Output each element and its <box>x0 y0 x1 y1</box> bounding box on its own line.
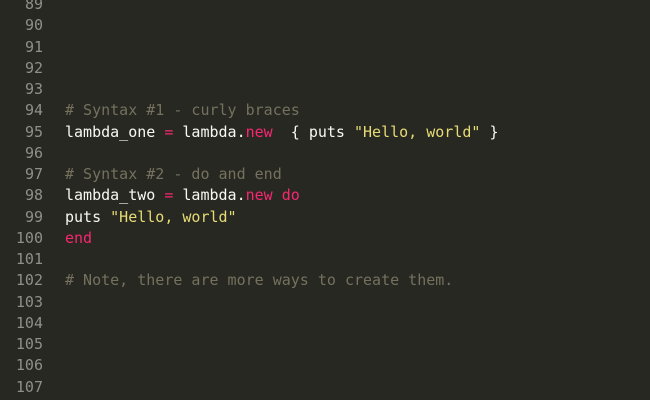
code-token-plain: lambda. <box>173 186 246 205</box>
code-line[interactable]: 107 <box>0 377 650 398</box>
code-line[interactable]: 104 <box>0 313 650 334</box>
code-line[interactable]: 93 <box>0 79 650 100</box>
line-number: 89 <box>24 0 43 13</box>
line-number: 98 <box>24 186 43 205</box>
code-token-keyword: new <box>245 122 273 141</box>
code-line[interactable]: 103 <box>0 292 650 313</box>
line-number: 104 <box>15 313 43 332</box>
code-line[interactable]: 94 # Syntax #1 - curly braces <box>0 100 650 121</box>
line-number: 95 <box>24 122 43 141</box>
code-line[interactable]: 95 lambda_one = lambda.new { puts "Hello,… <box>0 122 650 143</box>
line-number: 105 <box>15 335 43 353</box>
line-code: end <box>43 228 650 249</box>
code-line[interactable]: 99 puts "Hello, world" <box>0 207 650 228</box>
code-line[interactable]: 90 <box>0 15 650 36</box>
code-token-keyword: new do <box>245 186 300 205</box>
line-number: 96 <box>24 143 43 162</box>
line-number: 100 <box>15 228 43 247</box>
line-number: 92 <box>24 58 43 77</box>
code-token-plain: } <box>480 122 499 141</box>
code-token-plain: lambda_two <box>65 186 165 205</box>
code-line[interactable]: 102 # Note, there are more ways to create… <box>0 270 650 291</box>
code-token-comment: # Syntax #1 - curly braces <box>65 101 300 120</box>
code-editor[interactable]: 89 90 91 92 93 94 # Syntax #1 - curly braces 95… <box>0 0 650 400</box>
line-number: 106 <box>15 356 43 375</box>
code-token-plain: puts <box>65 207 111 226</box>
code-token-comment: # Syntax #2 - do and end <box>65 165 282 183</box>
line-number: 99 <box>24 207 43 226</box>
code-token-plain: { puts <box>272 122 354 141</box>
line-code: puts "Hello, world" <box>43 207 650 228</box>
code-token-plain: lambda. <box>173 122 246 141</box>
code-token-string: "Hello, world" <box>354 122 481 141</box>
line-code: lambda_one = lambda.new { puts "Hello, w… <box>43 122 650 143</box>
line-number: 103 <box>15 292 43 311</box>
line-number: 97 <box>24 165 43 183</box>
line-number: 102 <box>15 271 43 290</box>
line-number: 101 <box>15 250 43 268</box>
code-line[interactable]: 101 <box>0 249 650 270</box>
code-line[interactable]: 100 end <box>0 228 650 249</box>
code-line[interactable]: 105 <box>0 334 650 355</box>
line-number: 93 <box>24 80 43 98</box>
line-number: 107 <box>15 377 43 396</box>
code-token-string: "Hello, world" <box>110 207 237 226</box>
code-line[interactable]: 91 <box>0 37 650 58</box>
code-line[interactable]: 98 lambda_two = lambda.new do <box>0 185 650 206</box>
line-number: 94 <box>24 101 43 120</box>
code-lines: 89 90 91 92 93 94 # Syntax #1 - curly braces 95… <box>0 0 650 398</box>
line-number: 90 <box>24 16 43 35</box>
code-line[interactable]: 97 # Syntax #2 - do and end <box>0 164 650 185</box>
code-token-keyword: end <box>65 228 93 247</box>
line-number: 91 <box>24 37 43 56</box>
line-code: # Syntax #2 - do and end <box>43 164 650 185</box>
code-token-comment: # Note, there are more ways to create th… <box>65 271 454 290</box>
code-token-plain: lambda_one <box>65 122 165 141</box>
line-code: # Note, there are more ways to create th… <box>43 270 650 291</box>
code-line[interactable]: 92 <box>0 58 650 79</box>
code-line[interactable]: 96 <box>0 143 650 164</box>
code-line[interactable]: 89 <box>0 0 650 15</box>
code-line[interactable]: 106 <box>0 355 650 376</box>
line-code: # Syntax #1 - curly braces <box>43 100 650 121</box>
line-code: lambda_two = lambda.new do <box>43 185 650 206</box>
